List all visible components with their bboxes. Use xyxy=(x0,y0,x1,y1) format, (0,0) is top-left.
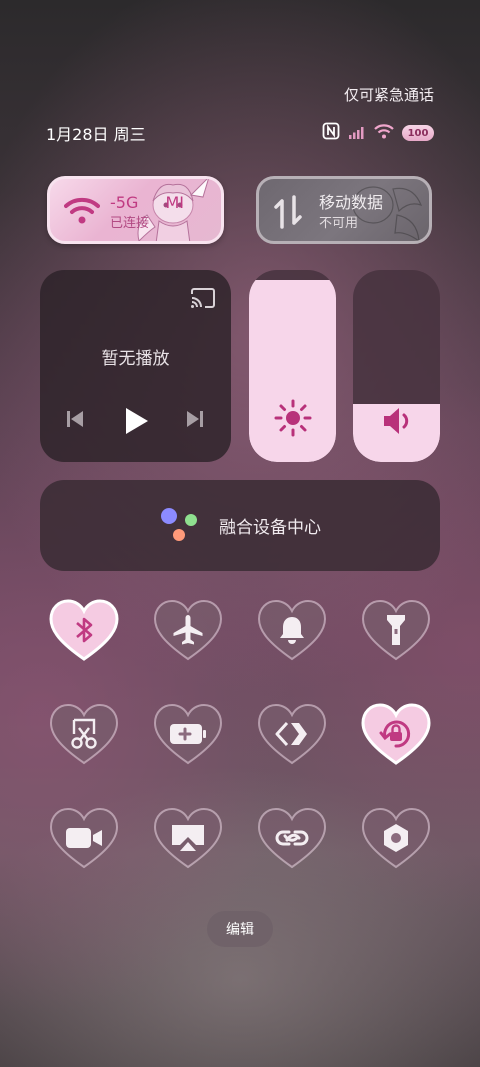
speaker-icon xyxy=(353,404,440,438)
screenshot-icon xyxy=(69,718,99,750)
toggle-nfc-share[interactable] xyxy=(257,702,327,766)
device-center-label: 融合设备中心 xyxy=(219,518,321,538)
mobile-data-icon xyxy=(273,195,303,233)
brightness-slider[interactable] xyxy=(249,270,336,462)
device-center-card[interactable]: 融合设备中心 xyxy=(40,480,440,571)
nfc-share-icon xyxy=(275,720,309,748)
mobile-data-title: 移动数据 xyxy=(319,193,384,212)
wifi-icon xyxy=(64,195,100,229)
device-center-icon xyxy=(159,506,201,546)
emergency-calls-only-text: 仅可紧急通话 xyxy=(343,86,434,104)
ring-mode-icon xyxy=(277,614,307,646)
airplane-mode-icon xyxy=(171,613,205,647)
toggle-rotation-lock[interactable] xyxy=(361,702,431,766)
toggle-settings[interactable] xyxy=(361,806,431,870)
wifi-text: -5G MI 已连接 xyxy=(110,193,184,233)
screen-record-icon xyxy=(65,826,103,850)
date-text: 1月28日 周三 xyxy=(46,125,146,144)
toggle-flashlight[interactable] xyxy=(361,598,431,662)
toggle-airplane-mode[interactable] xyxy=(153,598,223,662)
volume-slider[interactable] xyxy=(353,270,440,462)
toggle-bluetooth[interactable] xyxy=(49,598,119,662)
mobile-data-status: 不可用 xyxy=(319,216,359,231)
battery-indicator: 100 xyxy=(402,125,434,141)
settings-icon xyxy=(381,822,411,854)
wifi-status: 已连接 xyxy=(110,216,150,231)
media-player-card: 暂无播放 xyxy=(40,270,231,462)
mobile-data-tile[interactable]: 移动数据 不可用 xyxy=(256,176,432,244)
wifi-title: -5G MI xyxy=(110,193,184,213)
bluetooth-icon xyxy=(73,615,95,645)
toggle-screen-record[interactable] xyxy=(49,806,119,870)
battery-saver-icon xyxy=(169,722,207,746)
rotation-lock-icon xyxy=(379,717,413,751)
toggle-screenshot[interactable] xyxy=(49,702,119,766)
cast-icon[interactable] xyxy=(189,286,217,310)
wifi-ssid: -5G xyxy=(110,193,139,212)
media-title: 暂无播放 xyxy=(101,349,170,369)
previous-track-button[interactable] xyxy=(64,408,86,434)
play-button[interactable] xyxy=(122,406,150,440)
mobile-data-text: 移动数据 不可用 xyxy=(319,193,383,233)
status-icons: 100 xyxy=(322,122,434,144)
toggle-battery-saver[interactable] xyxy=(153,702,223,766)
wifi-tile[interactable]: -5G MI 已连接 xyxy=(47,176,224,244)
toggle-screen-cast[interactable] xyxy=(153,806,223,870)
signal-icon xyxy=(348,124,366,143)
link-icon xyxy=(273,825,311,851)
edit-button[interactable]: 编辑 xyxy=(207,911,273,947)
nfc-icon xyxy=(322,122,340,144)
toggle-ring-mode[interactable] xyxy=(257,598,327,662)
sun-icon xyxy=(249,398,336,438)
flashlight-icon xyxy=(385,613,407,647)
wifi-status-icon xyxy=(374,123,394,143)
toggle-link[interactable] xyxy=(257,806,327,870)
screen-cast-icon xyxy=(170,823,206,853)
wifi-ssid-extra: MI xyxy=(165,193,184,212)
status-bar: 1月28日 周三 100 xyxy=(46,122,434,144)
next-track-button[interactable] xyxy=(184,408,206,434)
